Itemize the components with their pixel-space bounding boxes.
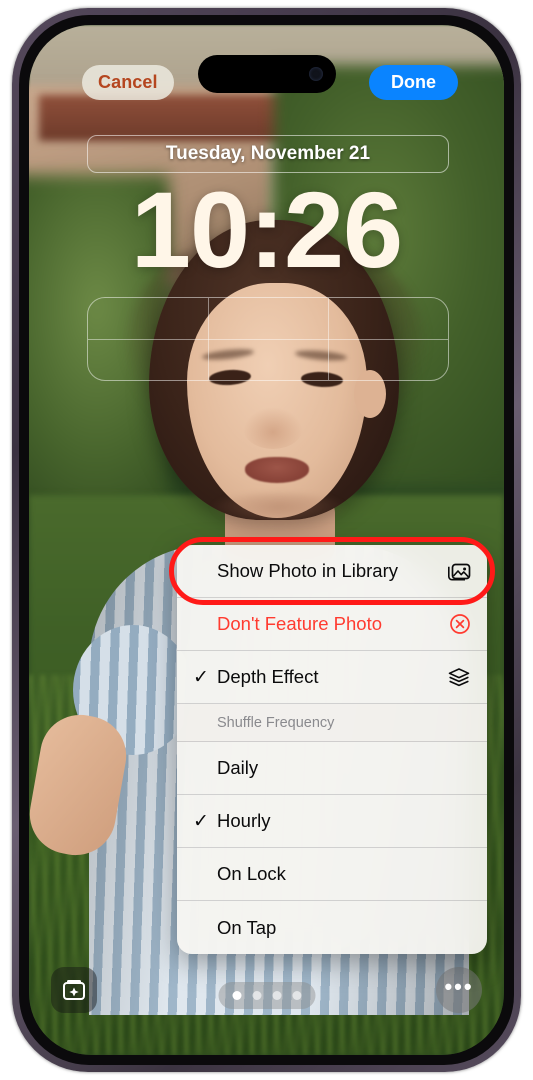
more-options-button[interactable]: ••• [436, 967, 482, 1013]
widget-grid-divider-vertical-2 [327, 298, 329, 380]
photo-library-icon [443, 561, 471, 581]
photo-sparkle-icon [63, 980, 85, 1000]
menu-item-label: Show Photo in Library [217, 560, 398, 581]
menu-item-on-lock[interactable]: On Lock [177, 848, 487, 901]
widget-slot-grid[interactable] [87, 297, 449, 381]
menu-item-label: On Tap [217, 916, 277, 938]
dynamic-island [197, 55, 336, 93]
widget-grid-divider-horizontal [88, 339, 448, 340]
lock-screen-date: Tuesday, November 21 [165, 143, 371, 164]
widget-grid-divider-vertical-1 [207, 298, 209, 380]
page-dot[interactable] [272, 991, 281, 1000]
menu-item-label: Hourly [217, 810, 271, 831]
phone-frame: Cancel Done Tuesday, November 21 10:26 •… [12, 8, 521, 1072]
subject-mouth [245, 457, 309, 483]
menu-item-checkmark: ✓ [193, 666, 209, 688]
menu-item-label: On Lock [217, 863, 286, 884]
cancel-button-label: Cancel [98, 72, 158, 92]
date-widget-slot[interactable]: Tuesday, November 21 [87, 135, 449, 173]
menu-item-label: Depth Effect [217, 666, 319, 687]
cancel-button[interactable]: Cancel [82, 65, 174, 100]
photo-options-context-menu: Show Photo in Library Don't Feature Phot… [177, 545, 487, 954]
menu-section-header: Shuffle Frequency [177, 704, 487, 742]
photo-shuffle-button[interactable] [51, 967, 97, 1013]
menu-item-depth-effect[interactable]: ✓ Depth Effect [177, 651, 487, 704]
page-dot[interactable] [232, 991, 241, 1000]
menu-item-checkmark: ✓ [193, 810, 209, 832]
more-options-label: ••• [444, 974, 474, 999]
menu-item-on-tap[interactable]: On Tap [177, 901, 487, 954]
done-button-label: Done [391, 72, 436, 92]
front-camera-icon [308, 67, 323, 81]
page-dot[interactable] [292, 991, 301, 1000]
subject-chin-shadow [209, 493, 349, 527]
phone-screen: Cancel Done Tuesday, November 21 10:26 •… [29, 25, 504, 1055]
page-dot[interactable] [252, 991, 261, 1000]
lock-screen-clock[interactable]: 10:26 [29, 173, 504, 287]
wallpaper-page-indicator[interactable] [218, 982, 315, 1009]
menu-item-label: Don't Feature Photo [217, 613, 382, 634]
x-circle-icon [443, 613, 471, 635]
menu-item-hourly[interactable]: ✓ Hourly [177, 795, 487, 848]
menu-item-daily[interactable]: Daily [177, 742, 487, 795]
menu-item-show-photo-in-library[interactable]: Show Photo in Library [177, 545, 487, 598]
done-button[interactable]: Done [369, 65, 458, 100]
subject-nose [243, 407, 303, 449]
menu-item-dont-feature-photo[interactable]: Don't Feature Photo [177, 598, 487, 651]
screenshot-stage: Cancel Done Tuesday, November 21 10:26 •… [0, 0, 533, 1080]
menu-item-label: Daily [217, 757, 259, 778]
layers-icon [443, 666, 471, 688]
